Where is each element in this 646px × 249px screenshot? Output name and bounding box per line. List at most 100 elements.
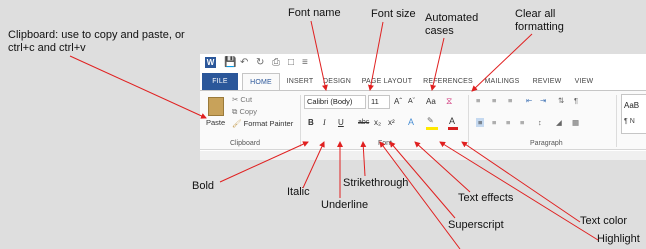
align-center-icon: ≡ xyxy=(492,118,497,127)
font-size-combo[interactable]: 11 xyxy=(368,95,390,109)
automated-cases-line2: cases xyxy=(425,25,454,37)
change-case-button[interactable]: Aa xyxy=(426,97,436,106)
numbering-button[interactable]: ≡ xyxy=(492,96,496,105)
customize-toolbar-icon[interactable]: ≡ xyxy=(302,57,308,68)
font-group-label: Font xyxy=(378,140,393,147)
highlight-color-button[interactable]: ✎ xyxy=(426,116,438,130)
decrease-indent-button[interactable]: ⇤ xyxy=(526,96,532,105)
style-normal[interactable]: AaB ¶ N xyxy=(621,94,646,134)
outdent-icon: ⇤ xyxy=(526,96,533,105)
justify-icon: ≡ xyxy=(520,118,525,127)
align-left-button[interactable]: ≡ xyxy=(476,118,485,127)
tab-insert[interactable]: INSERT xyxy=(284,73,316,90)
style-preview: AaB xyxy=(624,101,640,110)
show-marks-button[interactable]: ¶ xyxy=(574,96,578,105)
multilevel-list-button[interactable]: ≡ xyxy=(508,96,512,105)
bullets-button[interactable]: ≡ xyxy=(476,96,480,105)
italic-button[interactable]: I xyxy=(323,118,326,127)
copy-button[interactable]: ⧉ Copy xyxy=(232,107,257,117)
tab-view[interactable]: VIEW xyxy=(570,73,598,90)
font-color-icon: A xyxy=(449,116,456,126)
tab-references[interactable]: REFERENCES xyxy=(422,73,474,90)
group-divider xyxy=(468,95,469,147)
paste-button[interactable]: Paste xyxy=(206,118,225,127)
superscript-annotation: Superscript xyxy=(448,219,504,231)
shading-button[interactable]: ◢ xyxy=(556,118,562,127)
redo-icon[interactable]: ↻ xyxy=(256,57,264,68)
line-spacing-icon: ↕ xyxy=(538,118,542,127)
bold-annotation: Bold xyxy=(192,180,215,192)
shrink-font-button[interactable]: Aˇ xyxy=(408,98,415,105)
clear-formatting-button[interactable]: ⧖ xyxy=(446,96,452,107)
align-center-button[interactable]: ≡ xyxy=(492,118,496,127)
clear-formatting-annotation: Clear all formatting xyxy=(508,8,564,34)
sort-icon: ⇅ xyxy=(558,96,565,105)
ribbon-tabs: FILE HOME INSERT DESIGN PAGE LAYOUT REFE… xyxy=(200,73,646,91)
paragraph-group-label: Paragraph xyxy=(530,140,563,147)
strikethrough-button[interactable]: abc xyxy=(358,119,369,126)
bold-button[interactable]: B xyxy=(308,118,314,127)
paint-bucket-icon: ◢ xyxy=(556,118,562,127)
font-name-annotation: Font name xyxy=(288,7,341,19)
tab-review[interactable]: REVIEW xyxy=(530,73,564,90)
tab-design[interactable]: DESIGN xyxy=(320,73,354,90)
tab-home[interactable]: HOME xyxy=(242,73,280,91)
quick-access-toolbar: W 💾 ↶ ↻ ⎙ □ ≡ xyxy=(200,54,646,72)
cut-button[interactable]: ✂ Cut xyxy=(232,95,252,104)
group-divider xyxy=(616,95,617,147)
pilcrow-icon: ¶ xyxy=(574,96,579,105)
document-area xyxy=(200,151,646,160)
undo-icon[interactable]: ↶ xyxy=(240,57,248,68)
font-color-button[interactable]: A xyxy=(448,116,458,130)
sort-button[interactable]: ⇅ xyxy=(558,96,564,105)
font-name-combo[interactable]: Calibri (Body) xyxy=(304,95,366,109)
save-icon[interactable]: 💾 xyxy=(224,57,236,68)
new-document-icon[interactable]: □ xyxy=(288,57,294,68)
format-painter-label: Format Painter xyxy=(243,119,294,128)
tab-mailings[interactable]: MAILINGS xyxy=(482,73,522,90)
tab-page-layout[interactable]: PAGE LAYOUT xyxy=(360,73,414,90)
format-painter-button[interactable]: 🖌 Format Painter xyxy=(232,119,293,128)
clipboard-arrow xyxy=(69,55,207,119)
cut-label: Cut xyxy=(240,95,253,104)
brush-icon: 🖌 xyxy=(232,119,242,128)
clipboard-group-label: Clipboard xyxy=(230,140,260,147)
automated-cases-line1: Automated xyxy=(425,12,479,24)
text-effects-icon: A xyxy=(408,117,415,127)
automated-cases-annotation: Automated cases xyxy=(425,12,478,38)
numbered-list-icon: ≡ xyxy=(492,96,497,105)
text-color-annotation: Text color xyxy=(580,215,628,227)
text-effects-button[interactable]: A xyxy=(408,117,414,127)
strikethrough-annotation: Strikethrough xyxy=(343,177,409,189)
paste-icon[interactable] xyxy=(208,97,224,116)
style-name: ¶ N xyxy=(624,118,635,125)
group-divider xyxy=(300,95,301,147)
increase-indent-button[interactable]: ⇥ xyxy=(540,96,546,105)
line-spacing-button[interactable]: ↕ xyxy=(538,118,542,127)
text-effects-annotation: Text effects xyxy=(458,192,514,204)
clear-formatting-line2: formatting xyxy=(515,21,564,33)
clipboard-annotation-line2: ctrl+c and ctrl+v xyxy=(8,42,86,54)
borders-button[interactable]: ▦ xyxy=(572,118,579,127)
font-color-swatch xyxy=(448,127,458,130)
clipboard-annotation-line1: Clipboard: use to copy and paste, or xyxy=(8,29,185,41)
print-preview-icon[interactable]: ⎙ xyxy=(272,57,280,68)
word-logo-icon: W xyxy=(205,57,216,68)
underline-button[interactable]: U xyxy=(338,118,344,127)
justify-button[interactable]: ≡ xyxy=(520,118,524,127)
subscript-button[interactable]: x₂ xyxy=(374,118,381,127)
italic-annotation: Italic xyxy=(287,186,310,198)
clear-formatting-line1: Clear all xyxy=(515,8,556,20)
grow-font-button[interactable]: Aˆ xyxy=(394,97,402,106)
superscript-button[interactable]: x² xyxy=(388,118,395,127)
clipboard-annotation: Clipboard: use to copy and paste, or ctr… xyxy=(8,29,185,55)
tab-file[interactable]: FILE xyxy=(202,73,238,90)
align-right-button[interactable]: ≡ xyxy=(506,118,510,127)
align-left-icon: ≡ xyxy=(478,118,483,127)
bullet-list-icon: ≡ xyxy=(476,96,481,105)
font-size-annotation: Font size xyxy=(371,8,416,20)
border-icon: ▦ xyxy=(572,118,580,127)
highlight-swatch xyxy=(426,127,438,130)
copy-label: Copy xyxy=(239,107,257,116)
align-right-icon: ≡ xyxy=(506,118,511,127)
